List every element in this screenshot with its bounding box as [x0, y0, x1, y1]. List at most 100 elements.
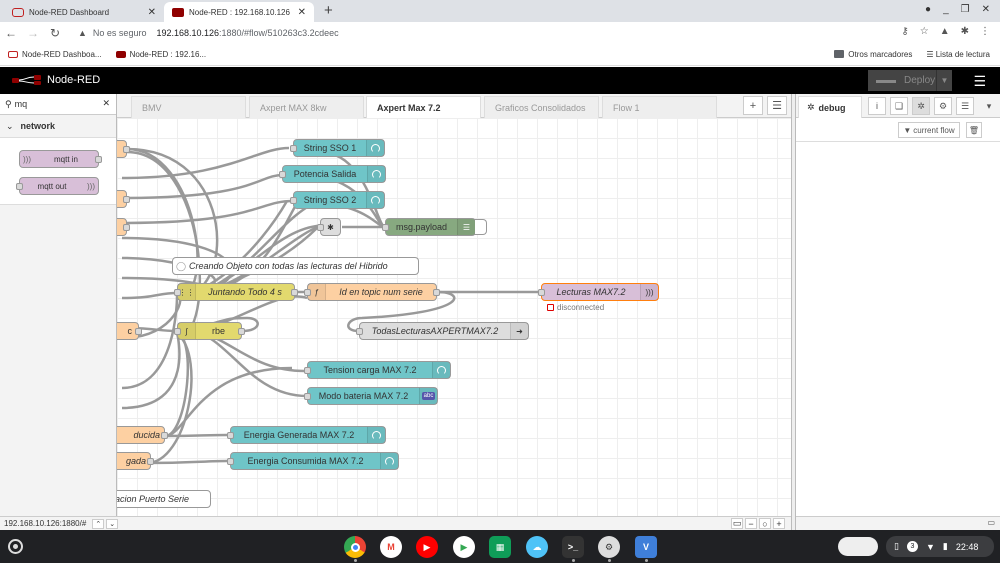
chevron-down-icon[interactable]: ⌄ [106, 518, 119, 529]
flow-canvas[interactable]: c ducida gada acion Puerto Serie String … [117, 118, 791, 516]
close-window-icon[interactable]: ✕ [982, 4, 990, 15]
tray-item[interactable] [838, 537, 878, 556]
chevron-down-icon[interactable]: ▾ [980, 97, 998, 115]
flow-node-clipped-c[interactable]: c [117, 322, 142, 340]
flow-node-string-sso-1[interactable]: String SSO 1 [290, 139, 385, 157]
tab-debug[interactable]: ✲ debug [798, 96, 862, 118]
output-port[interactable] [433, 289, 440, 296]
flow-node-msg-payload[interactable]: msg.payload ☰ [382, 218, 476, 236]
flow-node-id-topic[interactable]: ƒ Id en topic num serie [304, 283, 440, 301]
url-input[interactable]: ▲ No es seguro 192.168.10.126:1880/#flow… [72, 24, 900, 42]
flow-node-todas-lecturas[interactable]: TodasLecturasAXPERTMAX7.2 ➜ [356, 322, 529, 340]
chevron-up-icon[interactable]: ⌃ [92, 518, 105, 529]
input-port[interactable] [304, 289, 311, 296]
tab-bmv[interactable]: BMV [131, 96, 246, 118]
info-icon[interactable]: i [868, 97, 886, 115]
deploy-menu-icon[interactable]: ▼ [936, 70, 952, 91]
play-store-icon[interactable]: ▶ [453, 536, 475, 558]
clear-debug-button[interactable]: 🗑 [966, 122, 982, 138]
popout-icon[interactable]: ▭ [987, 518, 995, 527]
flow-node-link[interactable]: ✱ [317, 218, 341, 236]
flow-node-juntando-todo[interactable]: ⋮⋮ Juntando Todo 4 s [174, 283, 298, 301]
input-port[interactable] [174, 289, 181, 296]
terminal-icon[interactable]: >_ [562, 536, 584, 558]
gear-icon[interactable]: ⚙ [934, 97, 952, 115]
output-port[interactable] [123, 224, 130, 231]
input-port[interactable] [290, 197, 297, 204]
reload-icon[interactable]: ↻ [44, 26, 66, 40]
input-port[interactable] [538, 289, 545, 296]
forward-icon[interactable]: → [22, 26, 44, 40]
flow-node-energia-generada[interactable]: Energia Generada MAX 7.2 [227, 426, 386, 444]
input-port[interactable] [382, 224, 389, 231]
input-port[interactable] [16, 183, 23, 190]
add-flow-button[interactable]: + [743, 96, 763, 115]
book-icon[interactable]: ❑ [890, 97, 908, 115]
close-tab-icon[interactable]: ✕ [298, 7, 306, 18]
browser-tab-dashboard[interactable]: Node-RED Dashboard ✕ [4, 2, 164, 22]
zoom-reset-button[interactable]: ○ [759, 518, 771, 529]
input-port[interactable] [279, 171, 286, 178]
output-port[interactable] [95, 156, 102, 163]
palette-category-network[interactable]: ⌄ network [0, 115, 116, 138]
output-port[interactable] [135, 328, 142, 335]
flow-node-lecturas-max72[interactable]: Lecturas MAX7.2))) [538, 283, 659, 301]
palette-node-mqtt-out[interactable]: mqtt out ))) [16, 177, 99, 195]
new-tab-button[interactable]: + [324, 2, 333, 19]
youtube-icon[interactable]: ▶ [416, 536, 438, 558]
close-tab-icon[interactable]: ✕ [148, 7, 156, 18]
restore-icon[interactable]: ❐ [961, 4, 970, 15]
tab-axpert-max-8kw[interactable]: Axpert MAX 8kw [249, 96, 364, 118]
output-port[interactable] [161, 432, 168, 439]
input-port[interactable] [290, 145, 297, 152]
input-port[interactable] [317, 224, 324, 231]
input-port[interactable] [227, 458, 234, 465]
output-port[interactable] [123, 196, 130, 203]
flow-node-producida[interactable]: ducida [117, 426, 168, 444]
output-port[interactable] [123, 146, 130, 153]
comment-node-creando-objeto[interactable]: ◯ Creando Objeto con todas las lecturas … [172, 257, 419, 275]
profile-icon[interactable]: ● [925, 4, 931, 15]
flow-node-modo-bateria[interactable]: Modo bateria MAX 7.2 abc [304, 387, 438, 405]
input-port[interactable] [174, 328, 181, 335]
zoom-in-button[interactable]: + [773, 518, 785, 529]
bookmark-dashboard[interactable]: Node-RED Dashboa... [8, 50, 102, 59]
tab-axpert-max-72[interactable]: Axpert Max 7.2 [366, 96, 481, 119]
input-port[interactable] [356, 328, 363, 335]
status-tray[interactable]: ▯ 3 ▼ ▮ 22:48 [886, 536, 994, 557]
other-bookmarks[interactable]: Otros marcadores [834, 50, 912, 59]
list-flows-button[interactable]: ☰ [767, 96, 787, 115]
chrome-icon[interactable] [344, 536, 366, 558]
map-icon[interactable]: ▭ [731, 518, 743, 529]
sheets-icon[interactable]: ▦ [489, 536, 511, 558]
database-icon[interactable]: ☰ [956, 97, 974, 115]
palette-search-input[interactable]: ⚲ mq ✕ [0, 94, 116, 115]
browser-tab-nodered[interactable]: Node-RED : 192.168.10.126 ✕ [164, 2, 314, 22]
back-icon[interactable]: ← [0, 26, 22, 40]
tab-graficos-consolidados[interactable]: Graficos Consolidados [484, 96, 599, 118]
gmail-icon[interactable]: M [380, 536, 402, 558]
debug-toggle-button[interactable] [475, 219, 487, 235]
output-port[interactable] [147, 458, 154, 465]
filter-current-flow-button[interactable]: ▼ current flow [898, 122, 960, 138]
settings-app-icon[interactable]: ⚙ [598, 536, 620, 558]
output-port[interactable] [238, 328, 245, 335]
minimize-icon[interactable]: _ [943, 4, 949, 15]
palette-node-mqtt-in[interactable]: ))) mqtt in [19, 150, 102, 168]
flow-node-rbe[interactable]: ∫ rbe [174, 322, 245, 340]
deploy-button[interactable]: ▬▬ Deploy ▼ [868, 70, 952, 91]
input-port[interactable] [227, 432, 234, 439]
flow-node-clipped[interactable] [117, 218, 130, 236]
bookmark-nodered[interactable]: Node-RED : 192.16... [115, 50, 206, 59]
launcher-icon[interactable] [8, 539, 23, 554]
reading-list[interactable]: ☰ Lista de lectura [926, 50, 990, 59]
comment-node-puerto-serie[interactable]: acion Puerto Serie [117, 490, 211, 508]
zoom-out-button[interactable]: − [745, 518, 757, 529]
clear-search-icon[interactable]: ✕ [102, 98, 110, 109]
tab-flow-1[interactable]: Flow 1 [602, 96, 717, 118]
flow-node-clipped[interactable] [117, 190, 130, 208]
key-icon[interactable]: ⚷ [901, 26, 908, 37]
flow-node-potencia-salida[interactable]: Potencia Salida [279, 165, 386, 183]
bug-icon[interactable]: ✲ [912, 97, 930, 115]
output-port[interactable] [291, 289, 298, 296]
